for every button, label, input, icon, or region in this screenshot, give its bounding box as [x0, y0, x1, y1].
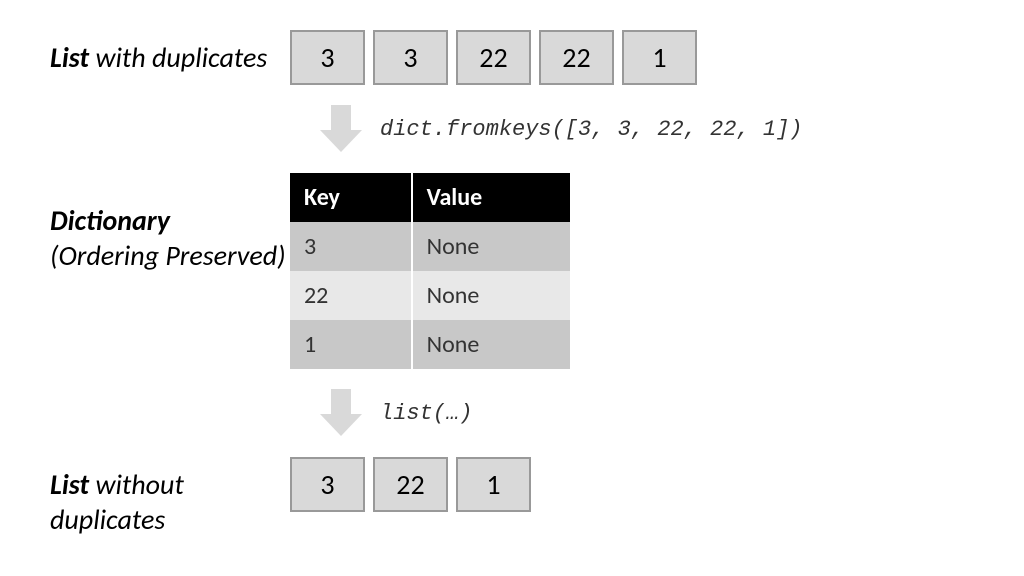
dict-key: 3 [290, 222, 412, 271]
output-cell: 22 [373, 457, 448, 512]
input-cell: 3 [373, 30, 448, 85]
label-dictionary: Dictionary (Ordering Preserved) [50, 173, 290, 273]
dictionary-row: Dictionary (Ordering Preserved) Key Valu… [50, 173, 974, 369]
list-with-duplicates-cells: 3 3 22 22 1 [290, 30, 974, 85]
input-cell: 1 [622, 30, 697, 85]
table-row: 3 None [290, 222, 570, 271]
input-cell: 22 [456, 30, 531, 85]
step1-row: dict.fromkeys([3, 3, 22, 22, 1]) [50, 93, 974, 165]
step2: list(…) [290, 389, 974, 437]
step2-row: list(…) [50, 377, 974, 449]
label-list-out-bold: List [50, 467, 89, 502]
output-cell: 3 [290, 457, 365, 512]
output-cells: 3 22 1 [290, 457, 974, 512]
list-without-duplicates-cells: 3 22 1 [290, 457, 974, 512]
dict-header-key: Key [290, 173, 412, 222]
table-row: 1 None [290, 320, 570, 369]
label-list-with-duplicates: List with duplicates [50, 30, 290, 75]
input-cell: 22 [539, 30, 614, 85]
dict-value: None [412, 271, 570, 320]
label-dict-rest: (Ordering Preserved) [50, 238, 286, 273]
input-cell: 3 [290, 30, 365, 85]
input-cells: 3 3 22 22 1 [290, 30, 974, 85]
list-without-duplicates-row: List without duplicates 3 22 1 [50, 457, 974, 537]
step2-code: list(…) [380, 401, 472, 426]
dict-header-value: Value [412, 173, 570, 222]
output-cell: 1 [456, 457, 531, 512]
dict-value: None [412, 320, 570, 369]
arrow-down-icon [320, 105, 362, 153]
dict-key: 1 [290, 320, 412, 369]
label-list-bold: List [50, 40, 89, 75]
label-list-without-duplicates: List without duplicates [50, 457, 290, 537]
step1-code: dict.fromkeys([3, 3, 22, 22, 1]) [380, 117, 802, 142]
list-with-duplicates-row: List with duplicates 3 3 22 22 1 [50, 30, 974, 85]
table-row: 22 None [290, 271, 570, 320]
arrow-down-icon [320, 389, 362, 437]
label-list-rest: with duplicates [89, 40, 267, 75]
dict-key: 22 [290, 271, 412, 320]
label-dict-bold: Dictionary [50, 203, 170, 238]
dict-value: None [412, 222, 570, 271]
dictionary-table-wrap: Key Value 3 None 22 None 1 None [290, 173, 974, 369]
step1: dict.fromkeys([3, 3, 22, 22, 1]) [290, 105, 974, 153]
dictionary-table: Key Value 3 None 22 None 1 None [290, 173, 570, 369]
